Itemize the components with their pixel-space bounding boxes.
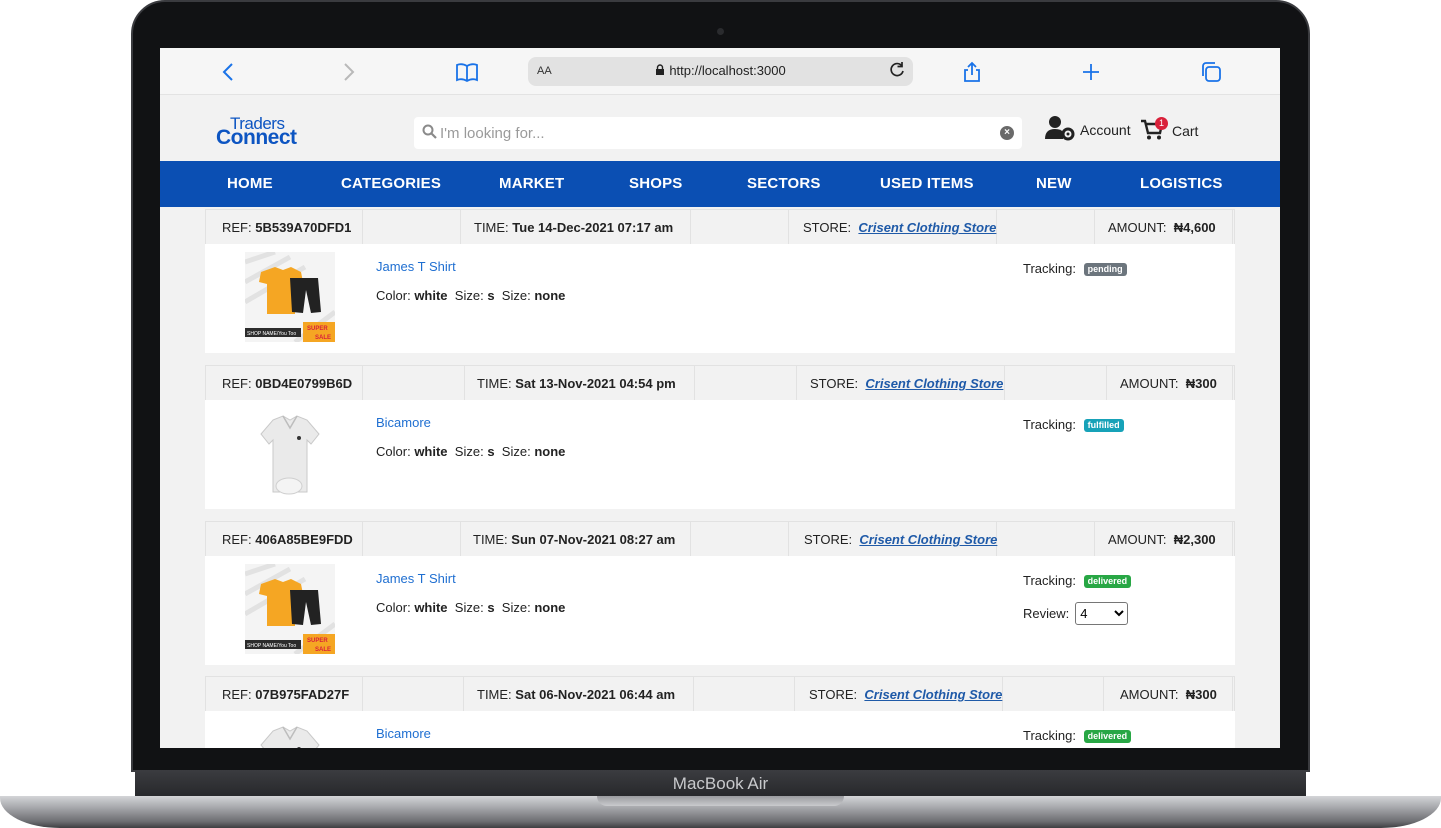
main-nav: HOME CATEGORIES MARKET SHOPS SECTORS USE… [160,161,1280,207]
nav-categories[interactable]: CATEGORIES [341,175,441,192]
order-store: STORE: Crisent Clothing Store [803,220,997,235]
browser-toolbar: AA http://localhost:3000 [160,48,1280,95]
new-tab-icon[interactable] [1079,60,1103,84]
nav-new[interactable]: NEW [1036,175,1072,192]
review: Review: 4 [1023,602,1129,625]
nav-used-items[interactable]: USED ITEMS [880,175,974,192]
tabs-icon[interactable] [1199,60,1223,84]
search-box: × [414,117,1022,149]
order-body: SHOP NAME/You Too SUPER SALE James T Shi… [205,244,1235,353]
order-store: STORE: Crisent Clothing Store [804,532,998,547]
tracking: Tracking: delivered [1023,573,1132,588]
order-card: REF: 07B975FAD27F TIME: Sat 06-Nov-2021 … [205,676,1235,748]
order-card: REF: 0BD4E0799B6D TIME: Sat 13-Nov-2021 … [205,365,1235,509]
order-time: TIME: Sat 06-Nov-2021 06:44 am [477,687,675,702]
order-body: Bicamore Color: white Size: s Size: none… [205,400,1235,509]
logo-bottom-text: Connect [216,126,297,149]
order-store: STORE: Crisent Clothing Store [810,376,1004,391]
nav-sectors[interactable]: SECTORS [747,175,821,192]
order-amount: AMOUNT: ₦300 [1120,376,1217,391]
order-amount: AMOUNT: ₦2,300 [1108,532,1216,547]
item-attributes: Color: white Size: s Size: none [376,288,566,303]
store-link[interactable]: Crisent Clothing Store [858,220,996,235]
thumb-shop-name: SHOP NAME/You Too [247,643,296,649]
reload-icon[interactable] [887,60,907,86]
forward-icon[interactable] [336,60,360,84]
tracking: Tracking: pending [1023,261,1127,276]
store-link[interactable]: Crisent Clothing Store [864,687,1002,702]
screen: AA http://localhost:3000 Traders Connect [160,48,1280,748]
order-body: SHOP NAME/You Too SUPER SALE James T Shi… [205,556,1235,665]
clear-search-icon[interactable]: × [1000,126,1014,140]
search-icon [422,124,437,139]
device-brand-label: MacBook Air [672,774,769,793]
address-bar[interactable]: AA http://localhost:3000 [528,57,913,86]
order-ref: REF: 0BD4E0799B6D [222,376,353,391]
camera-icon [717,28,724,35]
site-header: Traders Connect × Account 1 Cart [160,95,1280,161]
thumb-sale: SALE [315,647,331,653]
search-input[interactable] [440,117,1000,149]
thumb-super: SUPER [307,326,328,332]
tracking: Tracking: fulfilled [1023,417,1124,432]
order-card: REF: 406A85BE9FDD TIME: Sun 07-Nov-2021 … [205,521,1235,665]
thumb-super: SUPER [307,638,328,644]
url-value: http://localhost:3000 [669,63,786,78]
order-ref: REF: 406A85BE9FDD [222,532,353,547]
item-attributes: Color: white Size: s Size: none [376,600,566,615]
status-badge: pending [1083,263,1127,276]
order-header: REF: 0BD4E0799B6D TIME: Sat 13-Nov-2021 … [205,365,1235,401]
order-header: REF: 07B975FAD27F TIME: Sat 06-Nov-2021 … [205,676,1235,712]
traders-connect-logo[interactable]: Traders Connect [216,114,316,150]
review-label: Review: [1023,606,1070,621]
status-badge: delivered [1083,730,1132,743]
tracking: Tracking: delivered [1023,728,1132,743]
order-store: STORE: Crisent Clothing Store [809,687,1003,702]
nav-home[interactable]: HOME [227,175,273,192]
cart-label: Cart [1172,123,1199,139]
thumb-shop-name: SHOP NAME/You Too [247,331,296,337]
order-header: REF: 406A85BE9FDD TIME: Sun 07-Nov-2021 … [205,521,1235,557]
order-time: TIME: Tue 14-Dec-2021 07:17 am [474,220,674,235]
item-attributes: Color: white Size: s Size: none [376,444,566,459]
polo-shirt-icon[interactable] [245,719,335,748]
bookmarks-icon[interactable] [455,60,479,84]
user-settings-icon [1045,115,1075,146]
order-time: TIME: Sun 07-Nov-2021 08:27 am [473,532,676,547]
thumb-sale: SALE [315,335,331,341]
store-link[interactable]: Crisent Clothing Store [859,532,997,547]
item-name-link[interactable]: Bicamore [376,415,431,430]
order-ref: REF: 5B539A70DFD1 [222,220,352,235]
polo-shirt-icon[interactable] [245,408,335,498]
order-amount: AMOUNT: ₦4,600 [1108,220,1216,235]
item-name-link[interactable]: James T Shirt [376,259,456,274]
cart-link[interactable]: 1 Cart [1140,117,1198,145]
share-icon[interactable] [960,60,984,84]
url-text: http://localhost:3000 [528,63,913,78]
tshirt-shorts-icon[interactable]: SHOP NAME/You Too SUPER SALE [243,249,337,344]
order-amount: AMOUNT: ₦300 [1120,687,1217,702]
item-name-link[interactable]: Bicamore [376,726,431,741]
nav-market[interactable]: MARKET [499,175,564,192]
order-header: REF: 5B539A70DFD1 TIME: Tue 14-Dec-2021 … [205,209,1235,245]
nav-shops[interactable]: SHOPS [629,175,683,192]
status-badge: fulfilled [1083,419,1124,432]
item-name-link[interactable]: James T Shirt [376,571,456,586]
laptop-notch [597,796,844,806]
account-link[interactable]: Account [1045,115,1131,146]
lock-icon [655,63,665,78]
order-body: Bicamore Tracking: delivered [205,711,1235,748]
cart-count-badge: 1 [1155,117,1168,130]
tshirt-shorts-icon[interactable]: SHOP NAME/You Too SUPER SALE [243,561,337,656]
order-ref: REF: 07B975FAD27F [222,687,350,702]
status-badge: delivered [1083,575,1132,588]
store-link[interactable]: Crisent Clothing Store [865,376,1003,391]
account-label: Account [1080,122,1131,138]
order-time: TIME: Sat 13-Nov-2021 04:54 pm [477,376,676,391]
review-select[interactable]: 4 [1075,602,1129,625]
back-icon[interactable] [217,60,241,84]
nav-logistics[interactable]: LOGISTICS [1140,175,1223,192]
order-card: REF: 5B539A70DFD1 TIME: Tue 14-Dec-2021 … [205,209,1235,353]
